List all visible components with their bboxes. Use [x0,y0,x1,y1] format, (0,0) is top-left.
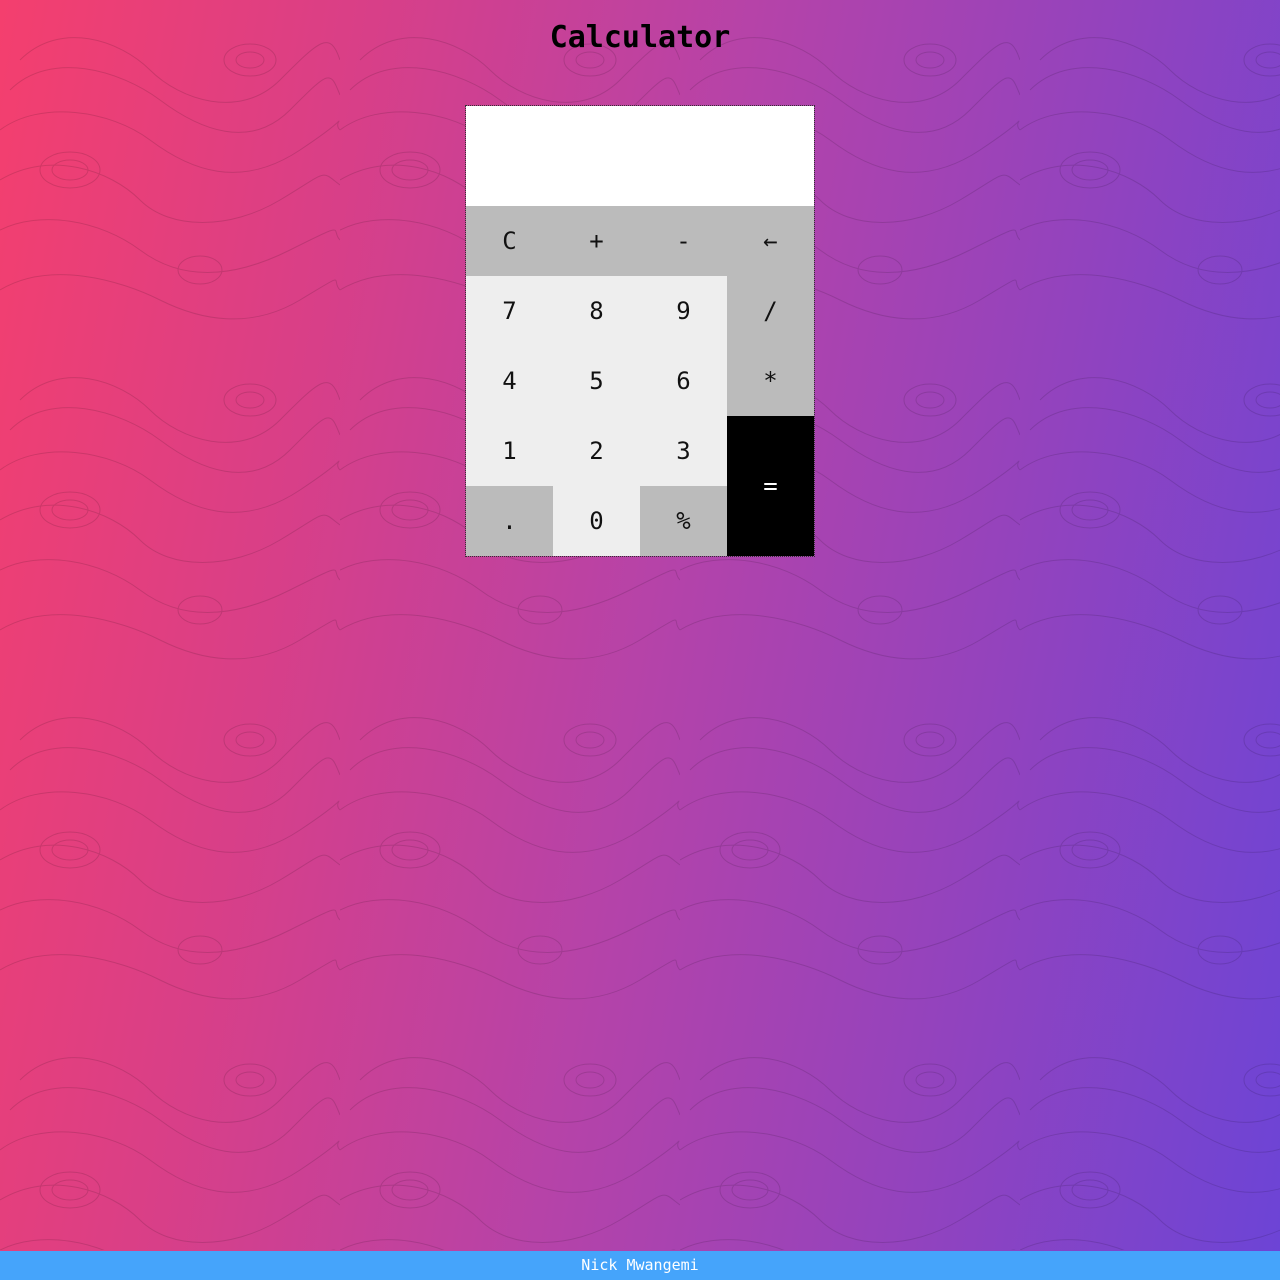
divide-button[interactable]: / [727,276,814,346]
multiply-button[interactable]: * [727,346,814,416]
digit-6-button[interactable]: 6 [640,346,727,416]
digit-9-button[interactable]: 9 [640,276,727,346]
clear-button[interactable]: C [466,206,553,276]
digit-5-button[interactable]: 5 [553,346,640,416]
digit-8-button[interactable]: 8 [553,276,640,346]
digit-1-button[interactable]: 1 [466,416,553,486]
minus-button[interactable]: - [640,206,727,276]
equals-button[interactable]: = [727,416,814,556]
digit-7-button[interactable]: 7 [466,276,553,346]
calculator-display[interactable] [466,106,814,206]
plus-button[interactable]: + [553,206,640,276]
digit-0-button[interactable]: 0 [553,486,640,556]
decimal-button[interactable]: . [466,486,553,556]
backspace-button[interactable]: ← [727,206,814,276]
keypad: C + - ← 7 8 9 / 4 5 6 * 1 2 3 = . 0 % [466,206,814,556]
footer-author: Nick Mwangemi [0,1251,1280,1280]
calculator: C + - ← 7 8 9 / 4 5 6 * 1 2 3 = . 0 % [465,105,815,557]
page-title: Calculator [549,20,731,55]
digit-4-button[interactable]: 4 [466,346,553,416]
digit-2-button[interactable]: 2 [553,416,640,486]
percent-button[interactable]: % [640,486,727,556]
digit-3-button[interactable]: 3 [640,416,727,486]
